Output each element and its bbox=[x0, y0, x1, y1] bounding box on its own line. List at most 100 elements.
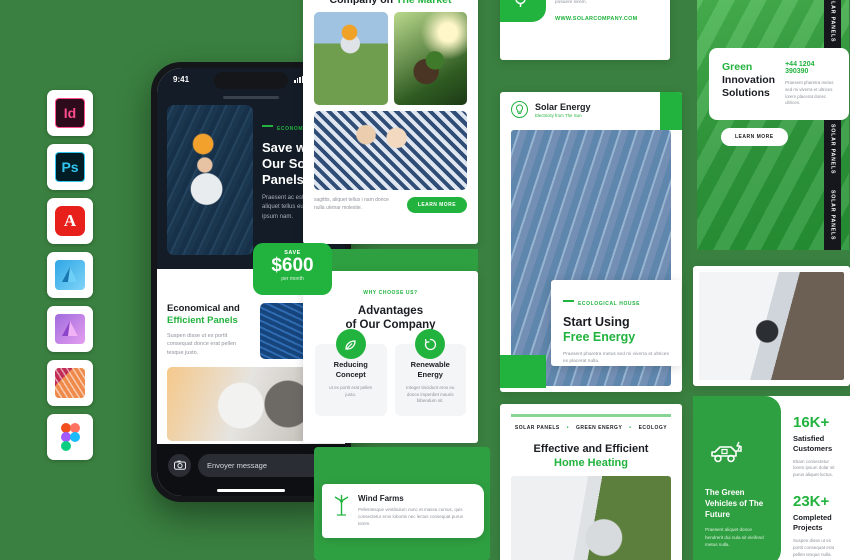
innovation-title-green: Green bbox=[722, 61, 753, 73]
market-card: Company on The Market sagittis, aliquet … bbox=[303, 0, 478, 244]
advantages-title: Advantages of Our Company bbox=[313, 304, 468, 332]
market-title-black: Company on bbox=[329, 0, 394, 6]
affinity-designer-glyph bbox=[55, 260, 85, 290]
stats-panel: The Green Vehicles of The Future Praesen… bbox=[693, 396, 850, 560]
status-time: 9:41 bbox=[173, 74, 190, 84]
advantage-item-reducing: Reducing Concept ut ex portit erat pelle… bbox=[315, 329, 387, 417]
free-energy-card: ECOLOGICAL HOUSE Start Using Free Energy… bbox=[551, 280, 681, 366]
innovation-text: Praesent pharetra metus sed mi viverra e… bbox=[785, 80, 834, 106]
indesign-icon[interactable]: Id bbox=[47, 90, 93, 136]
wind-card-copy: Wind Farms Pellentesque vestibulum nunc … bbox=[358, 494, 473, 528]
stat-number: 16K+ bbox=[793, 414, 830, 431]
innovation-title-line3: Solutions bbox=[722, 87, 770, 100]
home-heating-card: SOLAR PANELS • GREEN ENERGY • ECOLOGY Ef… bbox=[500, 404, 682, 560]
economical-title-line1: Economical and bbox=[167, 303, 240, 314]
vertical-label: SOLAR PANELS bbox=[829, 190, 836, 241]
free-energy-text: Praesent pharetra metus sed mi viverra e… bbox=[563, 352, 669, 365]
save-badge-amount: $600 bbox=[271, 255, 314, 276]
photoshop-icon[interactable]: Ps bbox=[47, 144, 93, 190]
drag-handle[interactable] bbox=[223, 96, 279, 99]
acrobat-glyph: A bbox=[55, 206, 85, 236]
sprout-hand-photo bbox=[393, 12, 467, 105]
economical-title-line2: Efficient Panels bbox=[167, 314, 238, 326]
stat-label: Satisfied Customers bbox=[793, 434, 833, 453]
free-energy-eyebrow-row: ECOLOGICAL HOUSE bbox=[563, 292, 669, 310]
plug-icon bbox=[500, 0, 546, 22]
adobe-express-icon[interactable] bbox=[47, 360, 93, 406]
acrobat-icon[interactable]: A bbox=[47, 198, 93, 244]
heating-tag: GREEN ENERGY bbox=[576, 425, 623, 431]
hero-installer-photo bbox=[167, 105, 253, 255]
economical-text: Suspen disse ut ex portit consequat donc… bbox=[167, 332, 237, 356]
accent-strip bbox=[511, 414, 671, 417]
affinity-photo-glyph bbox=[55, 314, 85, 344]
market-photo-grid bbox=[303, 12, 478, 105]
economical-copy: Economical and Efficient Panels Suspen d… bbox=[167, 303, 252, 359]
tag-separator-dot: • bbox=[629, 425, 632, 431]
contact-card-body: Nullam in blandit erat in ut rutrum eros… bbox=[555, 0, 670, 22]
market-card-title: Company on The Market bbox=[303, 0, 478, 12]
innovation-learn-more-button[interactable]: LEARN MORE bbox=[721, 128, 788, 146]
stat-number: 23K+ bbox=[793, 493, 830, 511]
vertical-label: SOLAR PANELS bbox=[829, 124, 836, 175]
camera-icon[interactable] bbox=[168, 453, 191, 477]
contact-card-url[interactable]: WWW.SOLARCOMPANY.COM bbox=[555, 16, 658, 22]
market-title-green: The Market bbox=[396, 0, 452, 6]
solar-card-header: Solar Energy Electricity from The Sun bbox=[500, 92, 682, 127]
advantages-title-line2: of Our Company bbox=[345, 319, 436, 332]
innovation-card: Green Innovation Solutions +44 1204 3903… bbox=[709, 48, 849, 121]
heating-title: Effective and Efficient Home Heating bbox=[500, 443, 682, 471]
save-badge[interactable]: SAVE $600 per month bbox=[253, 243, 332, 295]
wind-card-title: Wind Farms bbox=[358, 494, 404, 503]
photoshop-glyph: Ps bbox=[55, 152, 85, 182]
free-energy-title-line1: Start Using bbox=[563, 315, 630, 329]
contact-card: Nullam in blandit erat in ut rutrum eros… bbox=[500, 0, 670, 60]
advantages-card: WHY CHOOSE US? Advantages of Our Company… bbox=[303, 271, 478, 443]
indesign-glyph: Id bbox=[55, 98, 85, 128]
vertical-label: SOLAR PANELS bbox=[829, 0, 836, 42]
save-badge-period: per month bbox=[281, 275, 304, 282]
stat-label: Completed Projects bbox=[793, 513, 832, 533]
wind-card-text: Pellentesque vestibulum nunc et massa cu… bbox=[358, 507, 464, 526]
stat-spacer bbox=[793, 479, 840, 493]
economical-title: Economical and Efficient Panels bbox=[167, 303, 252, 327]
advantage-text: ut ex portit erat pellen justo. bbox=[329, 384, 373, 397]
poster-mockup-stage: Id Ps A 9:41 ECONOMY Save with Our Solar… bbox=[0, 0, 850, 560]
free-energy-title-line2: Free Energy bbox=[563, 330, 636, 344]
free-energy-title: Start Using Free Energy bbox=[563, 315, 669, 345]
signal-icon bbox=[294, 75, 303, 83]
market-learn-more-button[interactable]: LEARN MORE bbox=[406, 197, 467, 213]
green-divider-bar-c bbox=[322, 548, 484, 560]
free-energy-accent-tab bbox=[500, 355, 546, 388]
free-energy-eyebrow: ECOLOGICAL HOUSE bbox=[578, 301, 641, 307]
stat-text: Etiam consectetur lorem ipsum dolar sit … bbox=[793, 458, 835, 478]
figma-icon[interactable] bbox=[47, 414, 93, 460]
app-icon-rail: Id Ps A bbox=[47, 90, 93, 460]
phone-notch bbox=[214, 72, 288, 89]
vertical-solar-panels-stripe: SOLAR PANELS SOLAR PANELS SOLAR PANELS S… bbox=[824, 0, 841, 250]
green-vehicles-block: The Green Vehicles of The Future Praesen… bbox=[693, 396, 781, 560]
advantage-item-renewable: Renewable Energy Integer tincidunt eros … bbox=[394, 329, 466, 417]
solar-card-subtitle: Electricity from The Sun bbox=[535, 112, 582, 118]
advantage-text: Integer tincidunt eros eu donce imperdie… bbox=[406, 384, 455, 404]
innovation-phone[interactable]: +44 1204 390390 bbox=[785, 61, 836, 75]
solar-card-title: Solar Energy bbox=[535, 101, 591, 112]
contact-card-text: Nullam in blandit erat in ut rutrum eros… bbox=[555, 0, 587, 5]
lightbulb-icon bbox=[511, 101, 528, 118]
leaf-icon bbox=[335, 329, 366, 360]
wind-card-inner: Wind Farms Pellentesque vestibulum nunc … bbox=[322, 484, 484, 538]
innovation-title: Green Innovation Solutions bbox=[722, 61, 775, 107]
family-photo bbox=[314, 111, 467, 190]
free-energy-inner: ECOLOGICAL HOUSE Start Using Free Energy… bbox=[551, 280, 681, 366]
affinity-photo-icon[interactable] bbox=[47, 306, 93, 352]
affinity-designer-icon[interactable] bbox=[47, 252, 93, 298]
heating-title-line1: Effective and Efficient bbox=[533, 443, 649, 455]
advantages-eyebrow: WHY CHOOSE US? bbox=[363, 290, 418, 296]
innovation-title-line2: Innovation bbox=[722, 74, 776, 87]
dash-rule bbox=[262, 125, 273, 127]
innovation-panel: SOLAR PANELS SOLAR PANELS SOLAR PANELS S… bbox=[697, 0, 849, 250]
heat-pump-photo bbox=[511, 476, 671, 560]
message-placeholder: Envoyer message bbox=[207, 460, 268, 470]
stat-item-projects: 23K+ Completed Projects Suspen disse ut … bbox=[793, 493, 840, 558]
advantages-title-line1: Advantages bbox=[357, 305, 424, 317]
